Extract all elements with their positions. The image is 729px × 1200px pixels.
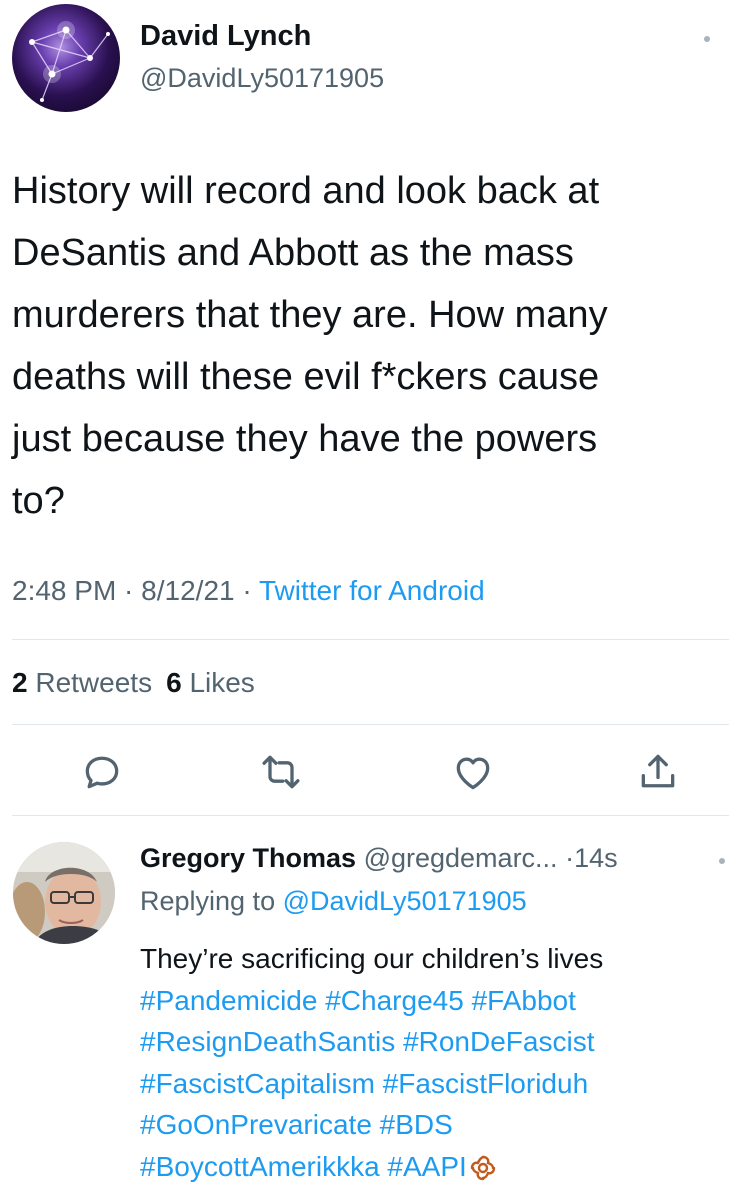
retweets-count: 2: [12, 667, 28, 698]
reply-author-name[interactable]: Gregory Thomas: [140, 843, 356, 873]
tweet-meta: 2:48 PM · 8/12/21 · Twitter for Android: [12, 575, 485, 607]
share-button[interactable]: [636, 750, 680, 794]
reply-header: Gregory Thomas @gregdemarc... ·14s: [140, 843, 618, 874]
retweets-label: Retweets: [35, 667, 153, 698]
author-name[interactable]: David Lynch: [140, 20, 311, 53]
reply-text-line: They’re sacrificing our children’s lives: [140, 943, 604, 974]
hashtag-link[interactable]: #AAPI: [387, 1151, 466, 1182]
meta-separator: ·: [234, 575, 259, 606]
like-button[interactable]: [451, 750, 495, 794]
hashtag-link[interactable]: #FascistCapitalism: [140, 1068, 375, 1099]
replying-to: Replying to @DavidLy50171905: [140, 886, 527, 917]
hashtag-line: #BoycottAmerikkka #AAPI: [140, 1146, 729, 1194]
tweet-source[interactable]: Twitter for Android: [259, 575, 485, 606]
retweet-icon: [262, 755, 300, 789]
hashtag-link[interactable]: #ResignDeathSantis: [140, 1026, 395, 1057]
hashtag-line: #ResignDeathSantis #RonDeFascist: [140, 1021, 729, 1063]
retweets-stat[interactable]: 2 Retweets: [12, 667, 152, 698]
hashtag-link[interactable]: #BDS: [380, 1109, 453, 1140]
heart-icon: [456, 757, 490, 790]
reply-text: They’re sacrificing our children’s lives…: [140, 938, 729, 1193]
likes-stat[interactable]: 6 Likes: [166, 667, 255, 698]
avatar[interactable]: [12, 4, 120, 112]
replying-label: Replying to: [140, 886, 276, 916]
divider: [12, 639, 729, 640]
tweet-time[interactable]: 2:48 PM: [12, 575, 116, 606]
hashtag-line: #GoOnPrevaricate #BDS: [140, 1104, 729, 1146]
meta-separator: ·: [116, 575, 142, 606]
likes-count: 6: [166, 667, 182, 698]
knot-emoji-icon: [469, 1152, 497, 1194]
constellation-icon: [29, 21, 110, 102]
more-options-icon[interactable]: [719, 858, 725, 864]
reply-author-handle[interactable]: @gregdemarc...: [364, 843, 558, 873]
hashtag-link[interactable]: #Charge45: [325, 985, 464, 1016]
hashtag-line: #Pandemicide #Charge45 #FAbbot: [140, 980, 729, 1022]
share-icon: [641, 754, 675, 788]
reply-button[interactable]: [80, 750, 124, 794]
more-options-icon[interactable]: [704, 36, 710, 42]
hashtag-line: #FascistCapitalism #FascistFloriduh: [140, 1063, 729, 1105]
reply-icon: [85, 756, 119, 789]
divider: [12, 815, 729, 816]
tweet-header: David Lynch @DavidLy50171905: [0, 0, 729, 120]
hashtag-link[interactable]: #RonDeFascist: [403, 1026, 594, 1057]
reply-time[interactable]: ·14s: [565, 843, 618, 873]
hashtag-link[interactable]: #BoycottAmerikkka: [140, 1151, 380, 1182]
tweet-text: History will record and look back at DeS…: [12, 170, 608, 522]
divider: [12, 724, 729, 725]
hashtag-link[interactable]: #Pandemicide: [140, 985, 317, 1016]
likes-label: Likes: [189, 667, 255, 698]
engagement-stats: 2 Retweets 6 Likes: [12, 667, 255, 699]
hashtag-link[interactable]: #FAbbot: [472, 985, 576, 1016]
retweet-button[interactable]: [259, 750, 303, 794]
person-photo-icon: [13, 842, 115, 944]
hashtag-link[interactable]: #FascistFloriduh: [383, 1068, 588, 1099]
hashtag-link[interactable]: #GoOnPrevaricate: [140, 1109, 372, 1140]
author-handle[interactable]: @DavidLy50171905: [140, 63, 384, 94]
replying-mention[interactable]: @DavidLy50171905: [283, 886, 527, 916]
tweet-date[interactable]: 8/12/21: [141, 575, 234, 606]
reply-avatar[interactable]: [13, 842, 115, 944]
